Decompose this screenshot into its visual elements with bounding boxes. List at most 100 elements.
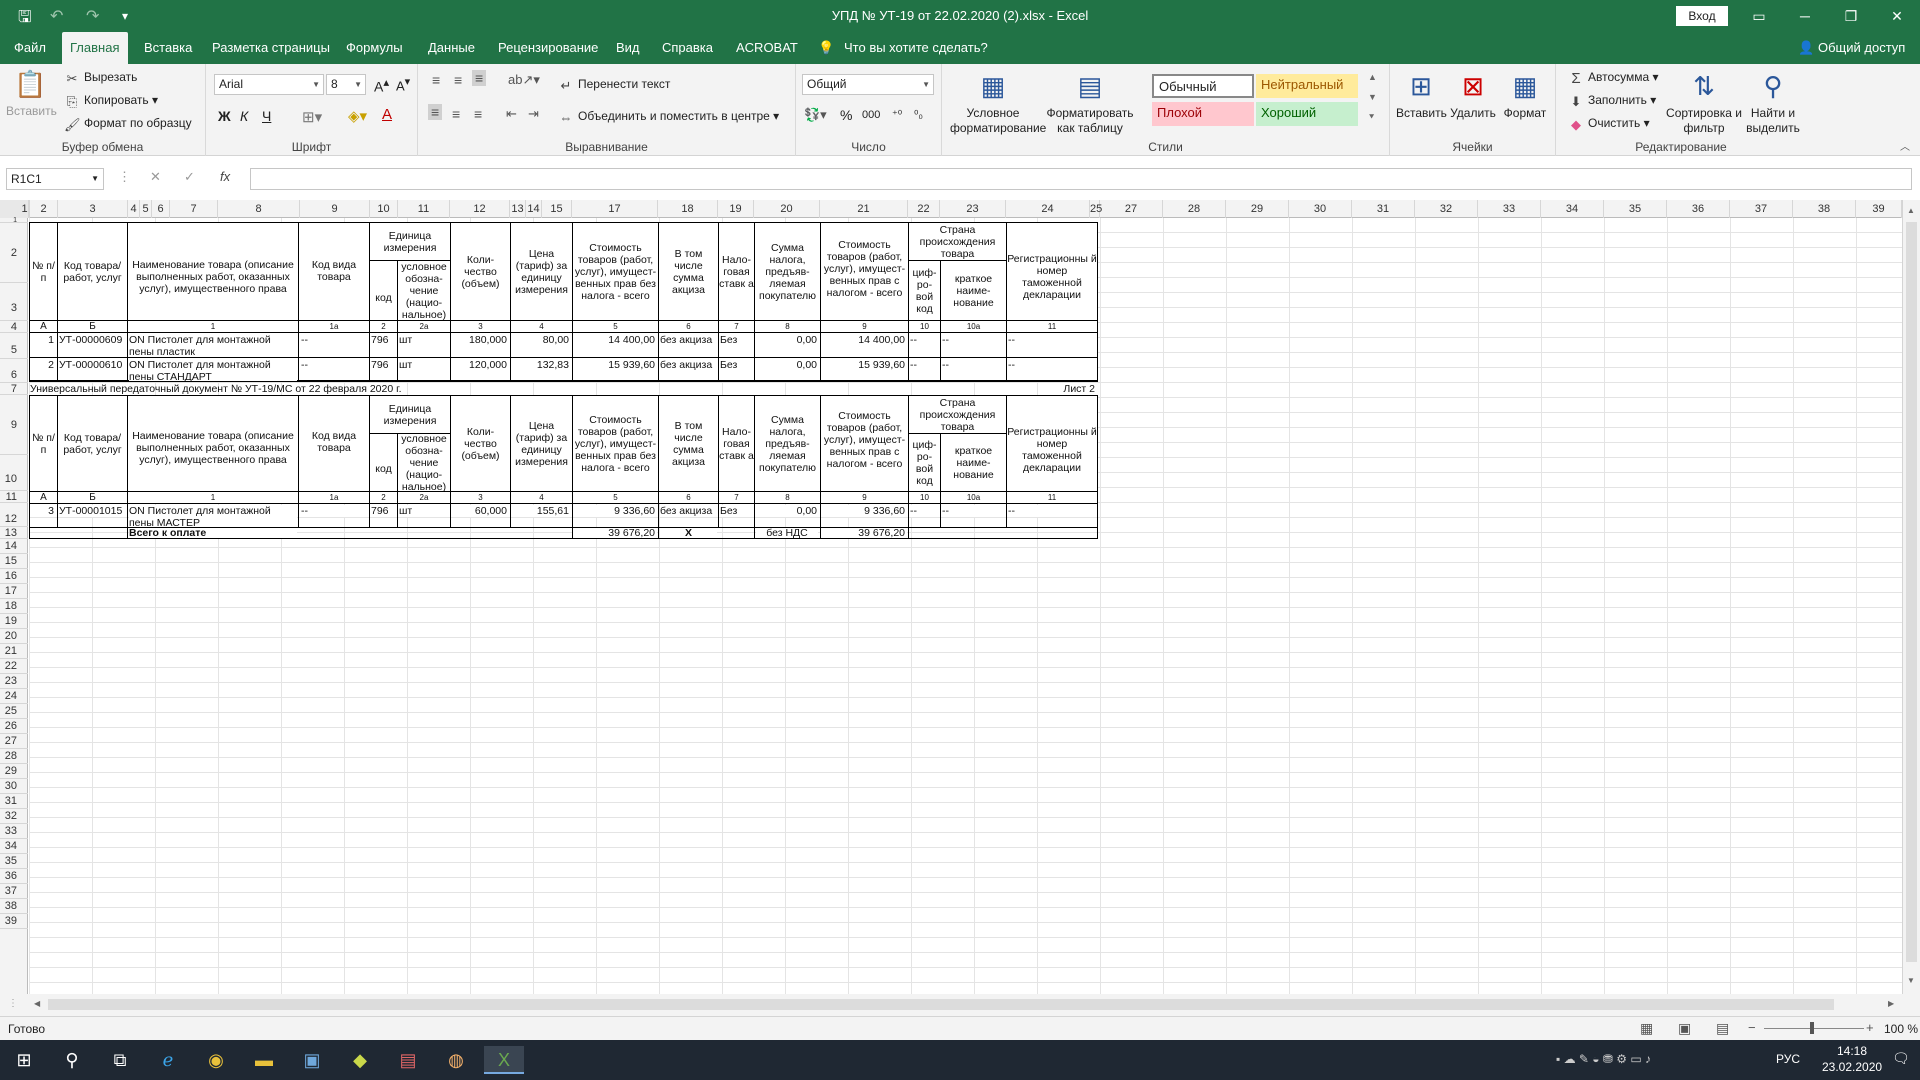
- comma-style-icon[interactable]: 000: [862, 109, 880, 121]
- tray-icons[interactable]: ▪ ☁ ✎ ◒ ⛃ ⚙ ▭ ♪: [1556, 1052, 1651, 1066]
- row-header[interactable]: 5: [0, 333, 28, 359]
- autosum-button[interactable]: Σ Автосумма ▾: [1568, 70, 1658, 87]
- currency-icon[interactable]: 💱▾: [804, 107, 827, 123]
- row-header[interactable]: 27: [0, 734, 28, 749]
- column-header[interactable]: 28: [1163, 200, 1226, 218]
- column-header[interactable]: 30: [1289, 200, 1352, 218]
- format-painter-button[interactable]: 🖌 Формат по образцу: [64, 116, 192, 132]
- styles-more-icon[interactable]: ⯆: [1368, 112, 1375, 123]
- style-neutral[interactable]: Нейтральный: [1256, 74, 1358, 98]
- orientation-icon[interactable]: ab↗▾: [508, 72, 540, 88]
- language-indicator[interactable]: РУС: [1776, 1052, 1800, 1066]
- styles-scroll-up-icon[interactable]: ▲: [1368, 72, 1377, 82]
- column-header[interactable]: 6: [152, 200, 170, 218]
- borders-icon[interactable]: ⊞▾: [302, 108, 322, 126]
- row-header[interactable]: 21: [0, 644, 28, 659]
- row-header[interactable]: 30: [0, 779, 28, 794]
- zoom-out-icon[interactable]: −: [1748, 1020, 1756, 1035]
- tab-help[interactable]: Справка: [654, 32, 721, 64]
- zoom-in-icon[interactable]: +: [1866, 1020, 1874, 1035]
- column-header[interactable]: 1: [20, 200, 30, 218]
- collapse-ribbon-icon[interactable]: ︿: [1900, 138, 1910, 153]
- styles-scroll-down-icon[interactable]: ▼: [1368, 92, 1377, 102]
- vertical-scroll-thumb[interactable]: [1906, 222, 1917, 962]
- column-header[interactable]: 8: [218, 200, 300, 218]
- column-header[interactable]: 20: [754, 200, 820, 218]
- row-header[interactable]: 12: [0, 503, 28, 527]
- column-header[interactable]: 31: [1352, 200, 1415, 218]
- decrease-indent-icon[interactable]: ⇤: [506, 106, 517, 122]
- column-header[interactable]: 37: [1730, 200, 1793, 218]
- row-header[interactable]: 22: [0, 659, 28, 674]
- scroll-down-icon[interactable]: ▼: [1907, 976, 1915, 985]
- sheet-nav-icon[interactable]: ⋮: [8, 998, 18, 1009]
- tab-acrobat[interactable]: ACROBAT: [728, 32, 806, 64]
- row-header[interactable]: 14: [0, 539, 28, 554]
- format-cells-button[interactable]: ▦ Формат: [1500, 70, 1550, 121]
- column-header[interactable]: 38: [1793, 200, 1856, 218]
- cancel-icon[interactable]: ✕: [150, 169, 161, 185]
- style-bad[interactable]: Плохой: [1152, 102, 1254, 126]
- column-header[interactable]: 2: [30, 200, 58, 218]
- row-header[interactable]: 6: [0, 359, 28, 383]
- bold-button[interactable]: Ж: [218, 108, 231, 124]
- column-header[interactable]: 9: [300, 200, 370, 218]
- row-header[interactable]: 24: [0, 689, 28, 704]
- column-header[interactable]: 23: [940, 200, 1006, 218]
- row-header[interactable]: 31: [0, 794, 28, 809]
- row-header[interactable]: 38: [0, 899, 28, 914]
- clear-button[interactable]: ◆ Очистить ▾: [1568, 116, 1650, 132]
- row-header[interactable]: 39: [0, 914, 28, 929]
- fill-color-icon[interactable]: ◈▾: [348, 107, 367, 125]
- column-header[interactable]: 18: [658, 200, 718, 218]
- normal-view-icon[interactable]: ▦: [1640, 1020, 1653, 1037]
- notifications-icon[interactable]: 🗨: [1892, 1050, 1910, 1067]
- row-header[interactable]: 33: [0, 824, 28, 839]
- column-header[interactable]: 11: [398, 200, 450, 218]
- column-header[interactable]: 15: [542, 200, 572, 218]
- align-right-icon[interactable]: ≡: [474, 106, 482, 122]
- enter-icon[interactable]: ✓: [184, 169, 195, 185]
- row-header[interactable]: 26: [0, 719, 28, 734]
- row-header[interactable]: 25: [0, 704, 28, 719]
- font-size-select[interactable]: 8 ▼: [326, 74, 366, 95]
- row-header[interactable]: 19: [0, 614, 28, 629]
- search-icon[interactable]: ⚲: [52, 1046, 92, 1074]
- vertical-scrollbar[interactable]: ▲ ▼: [1902, 200, 1920, 994]
- column-header[interactable]: 29: [1226, 200, 1289, 218]
- app-icon[interactable]: ▤: [388, 1046, 428, 1074]
- tab-insert[interactable]: Вставка: [136, 32, 200, 64]
- cut-button[interactable]: ✂ Вырезать: [64, 70, 138, 86]
- merge-center-button[interactable]: ⇔ Объединить и поместить в центре ▾: [558, 109, 780, 125]
- zoom-level[interactable]: 100 %: [1884, 1022, 1918, 1036]
- column-header[interactable]: 5: [140, 200, 152, 218]
- underline-button[interactable]: Ч: [262, 108, 271, 124]
- column-header[interactable]: 3: [58, 200, 128, 218]
- row-header[interactable]: 4: [0, 321, 28, 333]
- edge-icon[interactable]: ℯ: [148, 1046, 188, 1074]
- align-left-icon[interactable]: ≡: [428, 104, 443, 120]
- align-bottom-icon[interactable]: ≡: [472, 70, 487, 86]
- font-color-icon[interactable]: A: [382, 106, 392, 123]
- column-header[interactable]: 19: [718, 200, 754, 218]
- tell-me-input[interactable]: Что вы хотите сделать?: [836, 32, 996, 64]
- close-icon[interactable]: ✕: [1874, 0, 1920, 32]
- row-header[interactable]: 37: [0, 884, 28, 899]
- row-header[interactable]: 32: [0, 809, 28, 824]
- align-middle-icon[interactable]: ≡: [454, 72, 462, 88]
- share-button[interactable]: Общий доступ: [1810, 32, 1913, 64]
- wrap-text-button[interactable]: ↵ Перенести текст: [558, 77, 671, 93]
- row-header[interactable]: 11: [0, 491, 28, 503]
- italic-button[interactable]: К: [240, 108, 248, 124]
- formula-input[interactable]: [250, 168, 1912, 190]
- row-header[interactable]: 23: [0, 674, 28, 689]
- shrink-font-icon[interactable]: A▾: [396, 75, 410, 93]
- percent-icon[interactable]: %: [840, 107, 852, 123]
- column-header[interactable]: 12: [450, 200, 510, 218]
- row-header[interactable]: 15: [0, 554, 28, 569]
- column-header[interactable]: 7: [170, 200, 218, 218]
- scroll-up-icon[interactable]: ▲: [1907, 206, 1915, 215]
- paste-button[interactable]: 📋 Вставить: [6, 68, 57, 119]
- tab-home[interactable]: Главная: [62, 32, 128, 64]
- copy-button[interactable]: ⎘ Копировать ▾: [64, 93, 158, 109]
